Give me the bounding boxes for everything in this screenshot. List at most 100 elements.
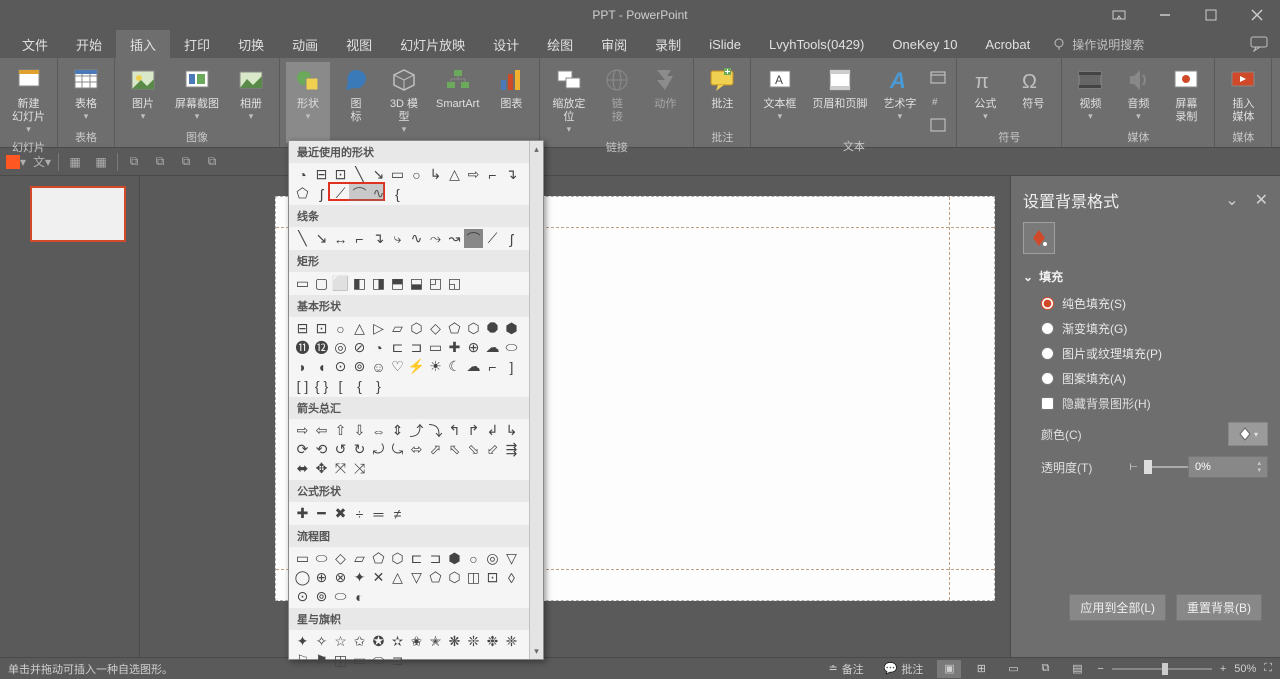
shape-rect-9[interactable]: ◱ — [445, 274, 464, 293]
shape-elbow[interactable]: ⌐ — [483, 165, 502, 184]
shape-basic[interactable]: ] — [502, 357, 521, 376]
shape-rect-8[interactable]: ◰ — [426, 274, 445, 293]
zoom-button[interactable]: 缩放定 位 ▾ — [546, 62, 591, 137]
shape-arrow[interactable]: ↺ — [331, 440, 350, 459]
shape-flow[interactable]: ✦ — [350, 568, 369, 587]
shape-basic[interactable]: [ ] — [293, 376, 312, 395]
shape-arrow[interactable]: ⤵ — [426, 421, 445, 440]
tab-file[interactable]: 文件 — [8, 30, 62, 58]
radio-picture-fill[interactable]: 图片或纹理填充(P) — [1041, 345, 1268, 362]
qb-align-2[interactable]: ▦ — [89, 151, 113, 173]
shape-arrow[interactable]: ⤧ — [331, 459, 350, 478]
tab-onekey[interactable]: OneKey 10 — [878, 30, 971, 58]
shape-flow[interactable]: ▽ — [502, 549, 521, 568]
scroll-down-icon[interactable]: ▾ — [530, 643, 543, 659]
shape-arrow[interactable]: ⟳ — [293, 440, 312, 459]
audio-button[interactable]: 音频 ▾ — [1116, 62, 1160, 127]
shape-arrow[interactable]: ⤿ — [388, 440, 407, 459]
shape-line-2[interactable]: ↘ — [312, 229, 331, 248]
shape-brace-left[interactable]: { — [388, 184, 407, 203]
shape-flow[interactable]: ▽ — [407, 568, 426, 587]
shape-arrow[interactable]: ↻ — [350, 440, 369, 459]
shape-star[interactable]: ☆ — [331, 632, 350, 651]
shape-arrow[interactable]: ⇶ — [502, 440, 521, 459]
textbox-button[interactable]: A 文本框 ▾ — [757, 62, 802, 136]
shape-arrow[interactable]: ⇨ — [293, 421, 312, 440]
shape-banner[interactable]: ⚐ — [293, 651, 312, 670]
shape-banner[interactable]: ⬭ — [369, 651, 388, 670]
shape-basic[interactable]: ◔ — [369, 338, 388, 357]
slide-number-icon[interactable]: # — [926, 90, 950, 112]
shape-line-9[interactable]: ↝ — [445, 229, 464, 248]
tab-home[interactable]: 开始 — [62, 30, 116, 58]
close-icon[interactable]: ✕ — [1255, 190, 1268, 210]
reset-bg-button[interactable]: 重置背景(B) — [1176, 594, 1262, 621]
shape-flow[interactable]: ⊗ — [331, 568, 350, 587]
icons-button[interactable]: 图 标 — [334, 62, 378, 143]
tab-insert[interactable]: 插入 — [116, 30, 170, 58]
shapes-button[interactable]: 形状 ▾ — [286, 62, 330, 143]
table-button[interactable]: 表格 ▾ — [64, 62, 108, 127]
shape-minus[interactable]: ━ — [312, 504, 331, 523]
shape-flow[interactable]: ▱ — [350, 549, 369, 568]
screenrec-button[interactable]: 屏幕 录制 — [1164, 62, 1208, 127]
shape-banner[interactable]: ⚑ — [312, 651, 331, 670]
shape-pie[interactable]: ◔ — [293, 165, 312, 184]
shape-flow[interactable]: ⬢ — [445, 549, 464, 568]
shape-flow[interactable]: ◇ — [331, 549, 350, 568]
shape-star[interactable]: ✭ — [426, 632, 445, 651]
shapes-scrollbar[interactable]: ▴ ▾ — [529, 141, 543, 659]
tab-transition[interactable]: 切换 — [224, 30, 278, 58]
shape-rect-4[interactable]: ◧ — [350, 274, 369, 293]
shape-arrow[interactable]: ⬂ — [464, 440, 483, 459]
shape-flow[interactable]: ◊ — [502, 568, 521, 587]
shape-connector[interactable]: ↳ — [426, 165, 445, 184]
shape-curve-hover[interactable]: ⌒ — [464, 229, 483, 248]
shape-line-10[interactable]: ⟋ — [483, 229, 502, 248]
tab-draw[interactable]: 绘图 — [533, 30, 587, 58]
shape-basic[interactable]: ⊡ — [312, 319, 331, 338]
shape-arrow[interactable]: ⤾ — [369, 440, 388, 459]
shape-basic[interactable]: ⊙ — [331, 357, 350, 376]
fit-to-window-button[interactable]: ⛶ — [1264, 662, 1272, 675]
shape-banner[interactable]: ▭ — [350, 651, 369, 670]
shape-basic[interactable]: ⬡ — [464, 319, 483, 338]
qb-color-picker[interactable]: ▾ — [4, 151, 28, 173]
close-button[interactable] — [1234, 0, 1280, 30]
shape-flow[interactable]: ⬠ — [426, 568, 445, 587]
ribbon-options-icon[interactable] — [1096, 0, 1142, 30]
shape-flow[interactable]: ⬭ — [331, 587, 350, 606]
shape-basic[interactable]: ▱ — [388, 319, 407, 338]
shape-rect-2[interactable]: ▢ — [312, 274, 331, 293]
shape-arrow[interactable]: ⇧ — [331, 421, 350, 440]
zoom-out-button[interactable]: − — [1097, 663, 1103, 675]
shape-flow[interactable]: ⊡ — [483, 568, 502, 587]
shape-banner[interactable]: ⊐ — [388, 651, 407, 670]
shape-arrow[interactable]: ⇩ — [350, 421, 369, 440]
shape-basic[interactable]: ⊏ — [388, 338, 407, 357]
shape-basic[interactable]: [ — [331, 376, 350, 395]
shape-basic[interactable]: } — [369, 376, 388, 395]
shape-basic[interactable]: ⓬ — [312, 338, 331, 357]
shape-basic[interactable]: ⬢ — [502, 319, 521, 338]
zoom-level[interactable]: 50% — [1234, 663, 1256, 675]
qb-group-4[interactable]: ⧉ — [200, 151, 224, 173]
tab-print[interactable]: 打印 — [170, 30, 224, 58]
shape-arrow-right[interactable]: ⇨ — [464, 165, 483, 184]
shape-arrow[interactable]: ⟲ — [312, 440, 331, 459]
shape-rect-6[interactable]: ⬒ — [388, 274, 407, 293]
shape-arrow[interactable]: ⬌ — [293, 459, 312, 478]
shape-arrow[interactable]: ⤨ — [350, 459, 369, 478]
shape-banner[interactable]: ◫ — [331, 651, 350, 670]
shape-flow[interactable]: ◎ — [483, 549, 502, 568]
radio-solid-fill[interactable]: 纯色填充(S) — [1041, 295, 1268, 312]
tab-islide[interactable]: iSlide — [695, 30, 755, 58]
fill-section-toggle[interactable]: ⌄ 填充 — [1023, 268, 1268, 285]
tab-view[interactable]: 视图 — [332, 30, 386, 58]
shape-basic[interactable]: △ — [350, 319, 369, 338]
shape-star[interactable]: ❊ — [464, 632, 483, 651]
shape-equal[interactable]: ═ — [369, 504, 388, 523]
shape-arrow[interactable]: ✥ — [312, 459, 331, 478]
shape-basic[interactable]: ▭ — [426, 338, 445, 357]
shape-star[interactable]: ✩ — [350, 632, 369, 651]
